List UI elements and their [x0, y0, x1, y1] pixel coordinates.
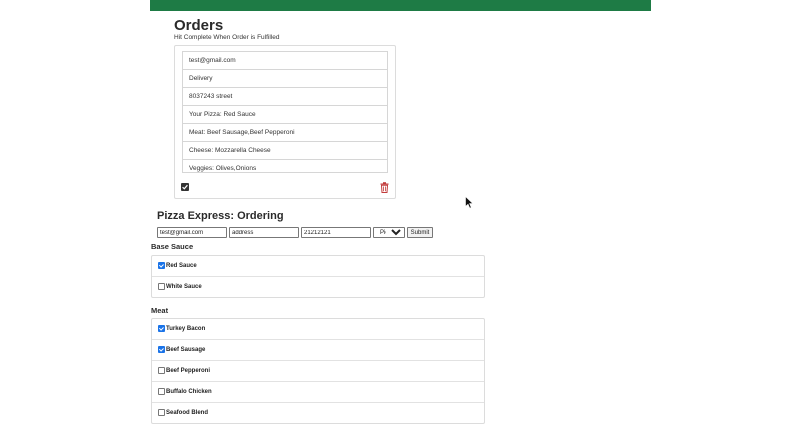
order-card: test@gmail.com Delivery 8037243 street Y… — [174, 45, 396, 199]
option-label: Red Sauce — [166, 263, 197, 269]
option-label: Buffalo Chicken — [166, 389, 212, 395]
option-seafood-blend[interactable]: Seafood Blend — [152, 403, 484, 423]
turkey-bacon-checkbox[interactable] — [158, 325, 165, 332]
order-line-veggies: Veggies: Olives,Onions — [182, 160, 388, 173]
base-sauce-list: Red Sauce White Sauce — [151, 255, 485, 298]
header-bar — [150, 0, 651, 11]
checkbox-checked-icon — [182, 184, 188, 190]
order-line-method: Delivery — [182, 70, 388, 88]
address-input[interactable] — [229, 227, 299, 238]
option-beef-sausage[interactable]: Beef Sausage — [152, 340, 484, 361]
beef-sausage-checkbox[interactable] — [158, 346, 165, 353]
order-line-pizza: Your Pizza: Red Sauce — [182, 106, 388, 124]
meat-heading: Meat — [151, 306, 169, 315]
buffalo-chicken-checkbox[interactable] — [158, 388, 165, 395]
option-label: Seafood Blend — [166, 410, 209, 416]
option-red-sauce[interactable]: Red Sauce — [152, 256, 484, 277]
order-line-email: test@gmail.com — [182, 51, 388, 70]
option-label: White Sauce — [166, 284, 202, 290]
mouse-cursor-icon — [465, 196, 474, 209]
option-beef-pepperoni[interactable]: Beef Pepperoni — [152, 361, 484, 382]
option-buffalo-chicken[interactable]: Buffalo Chicken — [152, 382, 484, 403]
order-method-select[interactable]: Pick Up — [373, 227, 405, 238]
white-sauce-checkbox[interactable] — [158, 283, 165, 290]
option-label: Beef Pepperoni — [166, 368, 211, 374]
orders-title: Orders — [174, 17, 224, 34]
option-white-sauce[interactable]: White Sauce — [152, 277, 484, 297]
base-sauce-heading: Base Sauce — [151, 242, 194, 251]
complete-checkbox[interactable] — [181, 183, 189, 191]
order-line-address: 8037243 street — [182, 88, 388, 106]
submit-button[interactable]: Submit — [407, 227, 433, 238]
option-label: Turkey Bacon — [166, 326, 206, 332]
phone-input[interactable] — [301, 227, 371, 238]
ordering-title: Pizza Express: Ordering — [157, 210, 284, 222]
red-sauce-checkbox[interactable] — [158, 262, 165, 269]
seafood-blend-checkbox[interactable] — [158, 409, 165, 416]
option-turkey-bacon[interactable]: Turkey Bacon — [152, 319, 484, 340]
order-details-list: test@gmail.com Delivery 8037243 street Y… — [182, 51, 388, 173]
order-line-meat: Meat: Beef Sausage,Beef Pepperoni — [182, 124, 388, 142]
option-label: Beef Sausage — [166, 347, 206, 353]
beef-pepperoni-checkbox[interactable] — [158, 367, 165, 374]
order-line-cheese: Cheese: Mozzarella Cheese — [182, 142, 388, 160]
email-input[interactable] — [157, 227, 227, 238]
orders-subtitle: Hit Complete When Order is Fulfilled — [174, 34, 280, 41]
trash-icon[interactable] — [380, 182, 389, 193]
meat-list: Turkey Bacon Beef Sausage Beef Pepperoni… — [151, 318, 485, 424]
